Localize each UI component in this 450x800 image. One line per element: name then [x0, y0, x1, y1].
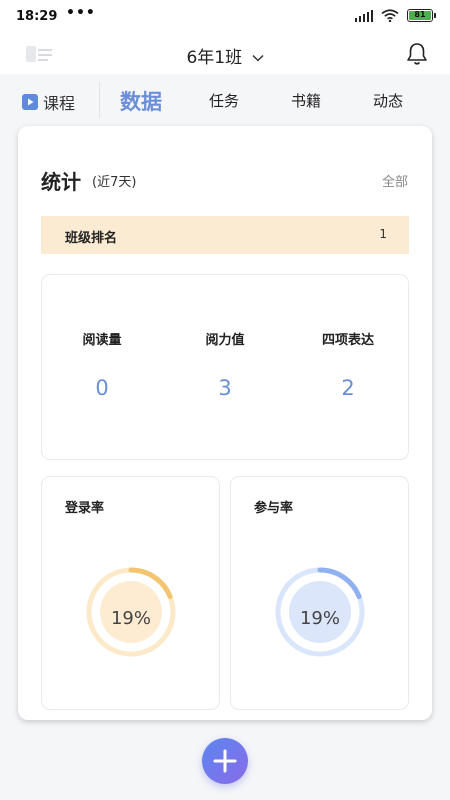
bell-icon[interactable] — [406, 42, 428, 66]
notification-dots-icon: ••• — [66, 5, 96, 21]
app-header: 6年1班 — [0, 34, 450, 74]
participation-rate-ring: 19% — [268, 566, 372, 658]
class-name: 6年1班 — [186, 48, 243, 68]
stats-title: 统计 — [41, 170, 81, 194]
tab-course-label: 课程 — [43, 94, 76, 113]
rate-value: 19% — [299, 608, 340, 629]
metric-label: 阅力值 — [205, 333, 245, 348]
signal-icon — [355, 9, 373, 22]
rate-title: 参与率 — [254, 501, 294, 516]
battery-level: 81 — [409, 11, 431, 20]
metric-label: 四项表达 — [321, 333, 374, 348]
plus-icon — [213, 749, 237, 773]
tab-bar: 课程 数据 任务 书籍 动态 — [0, 74, 450, 124]
view-all-link[interactable]: 全部 — [382, 171, 408, 190]
metric-label: 阅读量 — [82, 333, 122, 348]
tab-divider — [99, 82, 100, 118]
tab-activity[interactable]: 动态 — [373, 90, 403, 111]
wifi-icon — [381, 9, 399, 22]
class-selector[interactable]: 6年1班 — [0, 43, 450, 68]
stats-card: 统计 (近7天) 全部 班级排名 1 阅读量 0 阅力值 3 四项表达 2 登录… — [18, 126, 432, 720]
add-button[interactable] — [202, 738, 248, 784]
metric-reading-power[interactable]: 阅力值 3 — [165, 329, 285, 400]
tab-tasks[interactable]: 任务 — [209, 90, 239, 111]
metric-value: 2 — [341, 376, 355, 400]
tab-course[interactable]: 课程 — [22, 90, 75, 114]
tab-books[interactable]: 书籍 — [291, 90, 321, 111]
rate-value: 19% — [110, 608, 151, 629]
battery-icon: 81 — [407, 9, 436, 22]
metrics-panel: 阅读量 0 阅力值 3 四项表达 2 — [41, 274, 409, 460]
status-bar: 18:29 ••• 81 — [0, 0, 450, 34]
metric-reading[interactable]: 阅读量 0 — [42, 329, 162, 400]
class-rank-value: 1 — [379, 227, 387, 241]
participation-rate-card[interactable]: 参与率 19% — [230, 476, 409, 710]
class-rank-label: 班级排名 — [65, 231, 118, 246]
tab-data[interactable]: 数据 — [120, 86, 162, 116]
play-icon — [22, 94, 38, 110]
status-icons: 81 — [355, 9, 436, 22]
login-rate-card[interactable]: 登录率 19% — [41, 476, 220, 710]
metric-value: 0 — [95, 376, 109, 400]
metric-expression[interactable]: 四项表达 2 — [288, 329, 408, 400]
chevron-down-icon — [251, 54, 264, 62]
metric-value: 3 — [218, 376, 232, 400]
login-rate-ring: 19% — [79, 566, 183, 658]
status-time: 18:29 — [16, 9, 58, 24]
stats-period: (近7天) — [92, 175, 137, 190]
class-rank-row[interactable]: 班级排名 1 — [41, 216, 409, 254]
rate-title: 登录率 — [65, 501, 105, 516]
